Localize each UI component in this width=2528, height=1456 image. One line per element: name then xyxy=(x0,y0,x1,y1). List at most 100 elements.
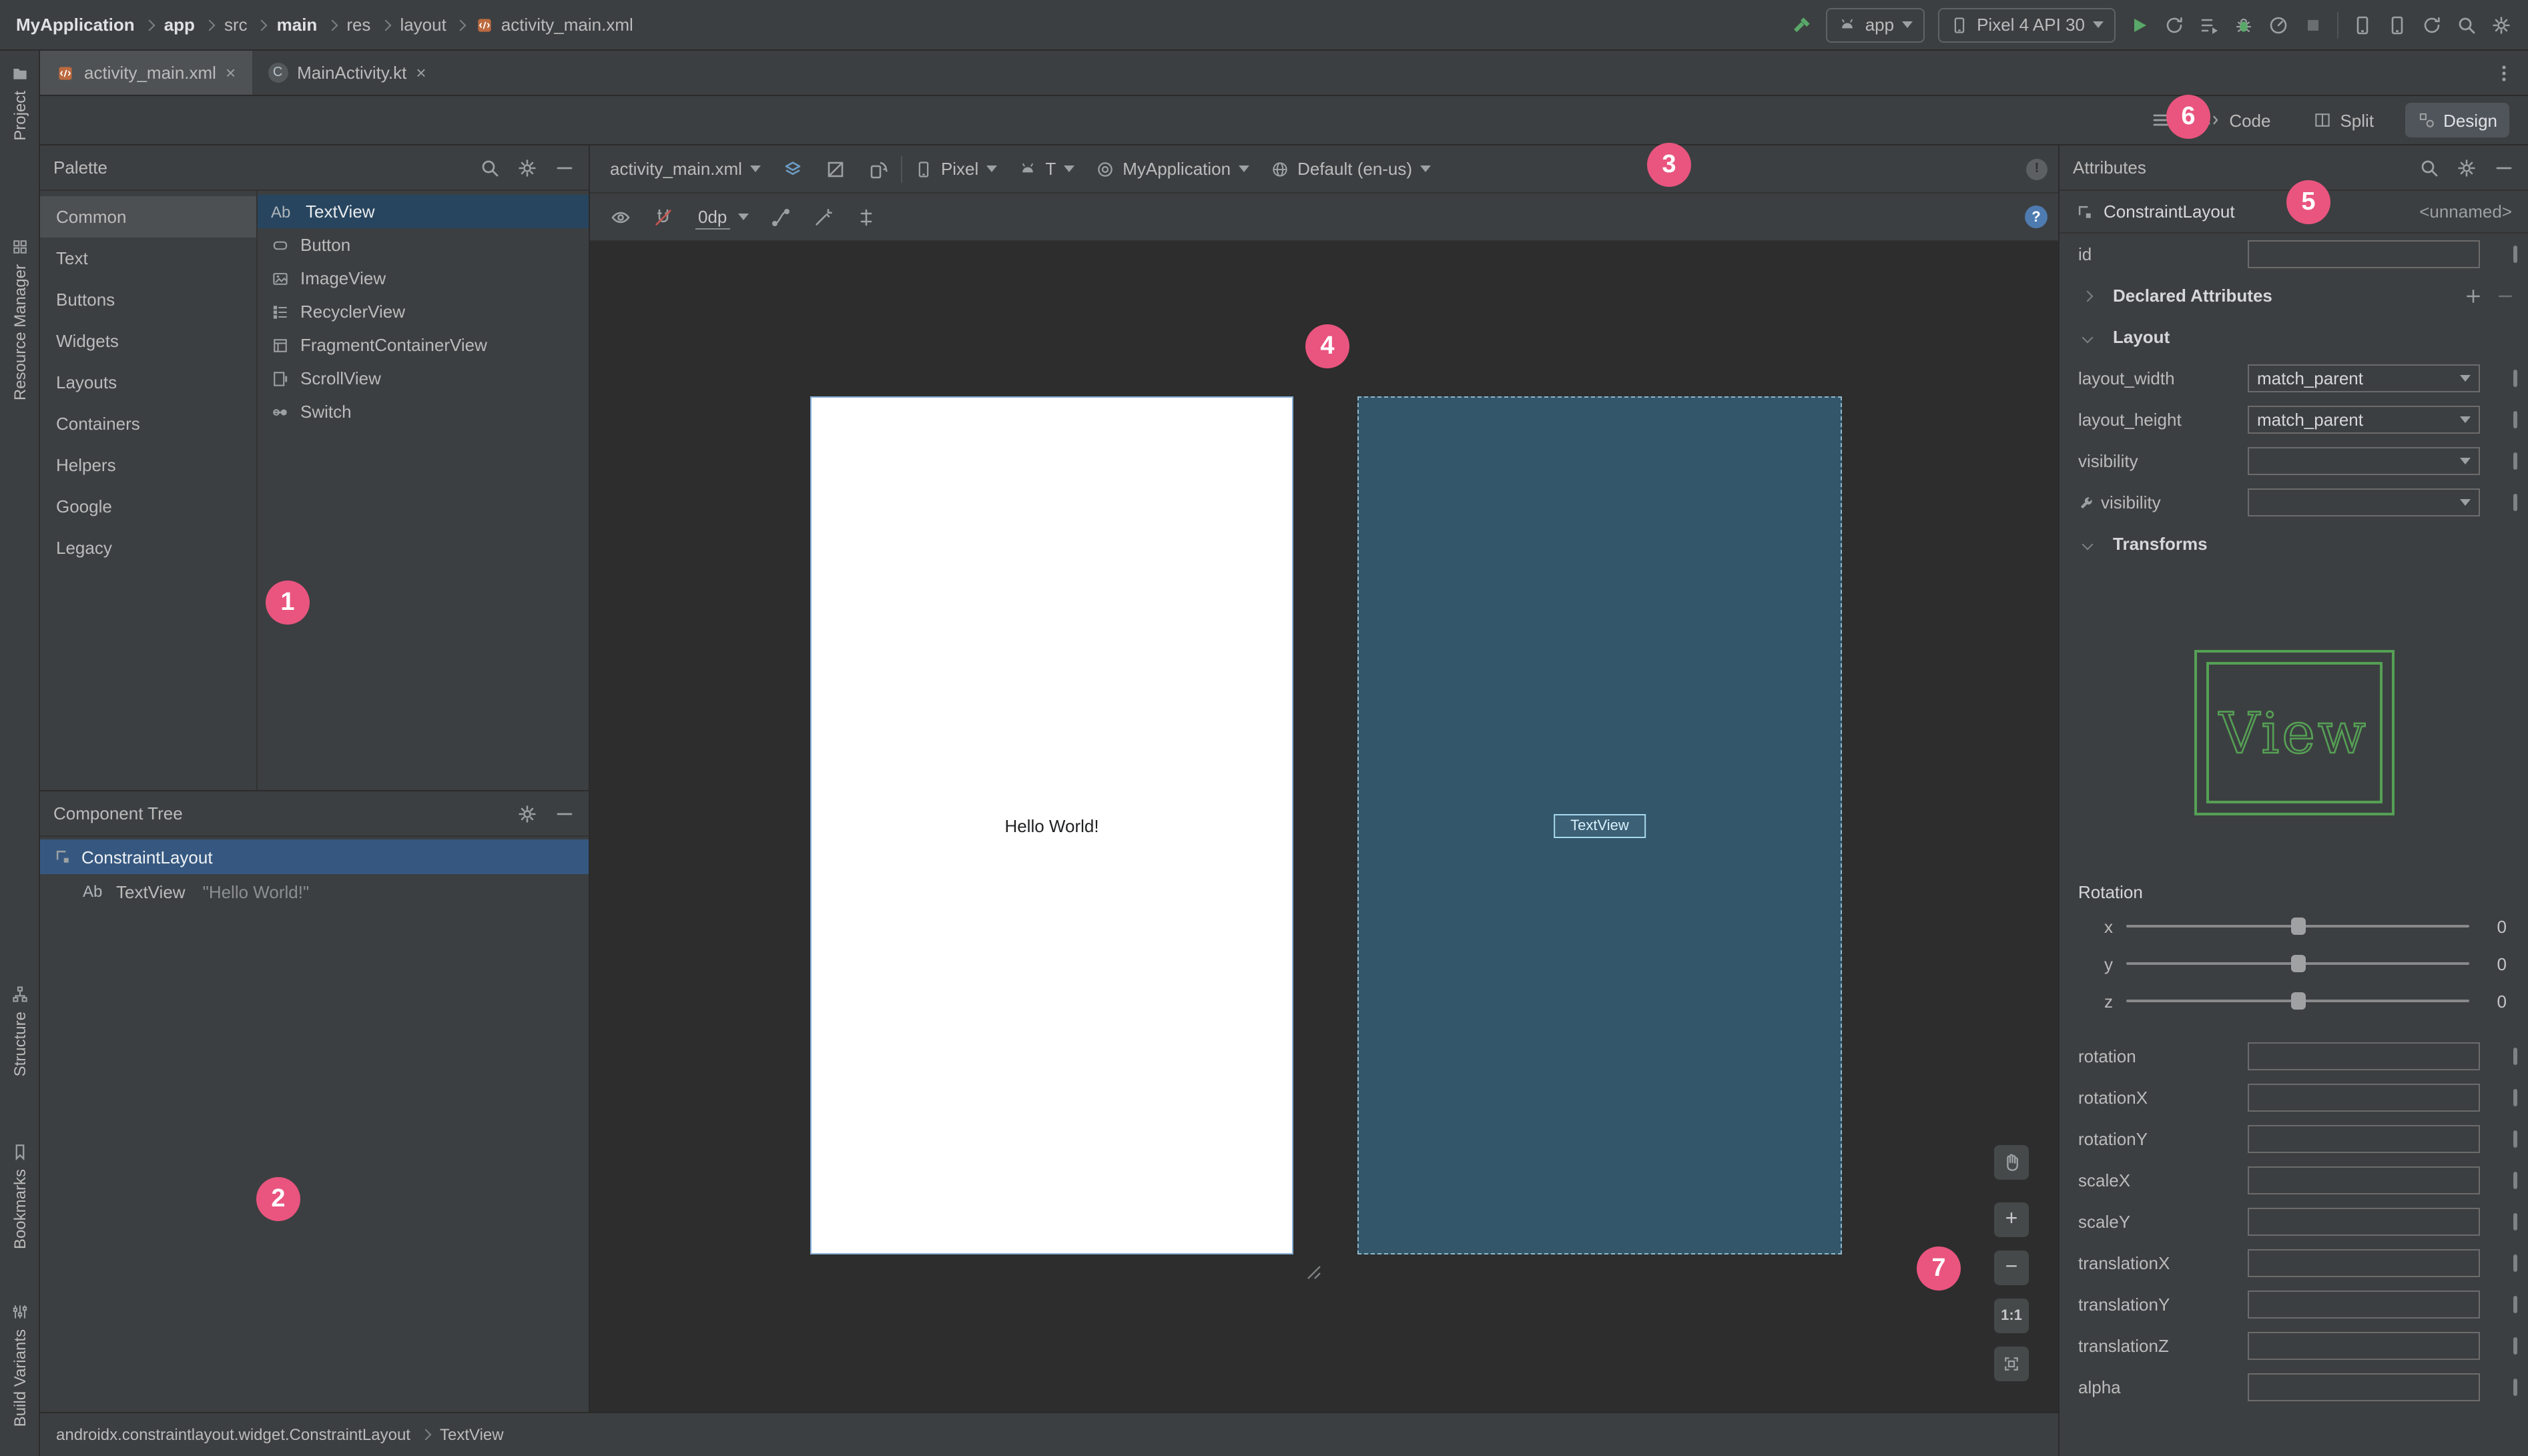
breadcrumb-layout[interactable]: layout xyxy=(400,15,446,35)
pan-button[interactable] xyxy=(1994,1145,2029,1180)
palette-item-scrollview[interactable]: ScrollView xyxy=(258,362,589,395)
search-icon[interactable] xyxy=(2419,157,2440,178)
device-dropdown[interactable]: Pixel 4 API 30 xyxy=(1938,7,2116,42)
design-preview[interactable]: Hello World! xyxy=(810,396,1293,1254)
tab-activity-main-xml[interactable]: activity_main.xml × xyxy=(40,51,252,95)
emulator-icon[interactable] xyxy=(2387,14,2408,35)
api-version-dropdown[interactable]: T xyxy=(1009,145,1084,192)
issues-icon[interactable]: ! xyxy=(2026,158,2047,179)
blueprint-preview[interactable]: TextView xyxy=(1357,396,1842,1254)
declared-attributes-section[interactable]: Declared Attributes xyxy=(2060,275,2528,316)
layout-width-dropdown[interactable]: match_parent xyxy=(2248,364,2480,392)
add-attribute-icon[interactable] xyxy=(2464,286,2483,305)
hide-panel-icon[interactable] xyxy=(554,803,575,824)
settings-gear-icon[interactable] xyxy=(2491,14,2512,35)
debug-icon[interactable] xyxy=(2233,14,2254,35)
palette-item-textview[interactable]: Ab TextView xyxy=(258,195,589,228)
zoom-actual-button[interactable]: 1:1 xyxy=(1994,1299,2029,1333)
palette-category-widgets[interactable]: Widgets xyxy=(40,320,256,362)
palette-category-layouts[interactable]: Layouts xyxy=(40,362,256,403)
palette-item-fragmentcontainerview[interactable]: FragmentContainerView xyxy=(258,328,589,362)
blueprint-toggle[interactable] xyxy=(816,145,856,192)
transforms-section[interactable]: Transforms xyxy=(2060,523,2528,565)
breadcrumb-app[interactable]: app xyxy=(164,15,195,35)
run-button[interactable] xyxy=(2129,14,2150,35)
tools-visibility-dropdown[interactable] xyxy=(2248,488,2480,516)
breadcrumb-file[interactable]: activity_main.xml xyxy=(501,15,633,35)
orientation-dropdown[interactable] xyxy=(858,145,898,192)
search-icon[interactable] xyxy=(479,157,501,178)
gear-icon[interactable] xyxy=(517,157,538,178)
layout-height-dropdown[interactable]: match_parent xyxy=(2248,406,2480,434)
design-surface[interactable]: Hello World! TextView + − 1:1 xyxy=(590,242,2058,1412)
palette-item-recyclerview[interactable]: RecyclerView xyxy=(258,295,589,328)
alpha-input[interactable] xyxy=(2248,1373,2480,1401)
slider-thumb[interactable] xyxy=(2290,992,2305,1010)
zoom-out-button[interactable]: − xyxy=(1994,1250,2029,1285)
device-manager-icon[interactable] xyxy=(2352,14,2373,35)
apply-changes-icon[interactable] xyxy=(2164,14,2185,35)
palette-category-buttons[interactable]: Buttons xyxy=(40,279,256,320)
hide-panel-icon[interactable] xyxy=(2493,157,2515,178)
palette-item-imageview[interactable]: ImageView xyxy=(258,262,589,295)
palette-item-switch[interactable]: Switch xyxy=(258,395,589,428)
rotation-y-input[interactable] xyxy=(2248,1125,2480,1153)
slider-thumb[interactable] xyxy=(2290,955,2305,972)
gear-icon[interactable] xyxy=(2456,157,2477,178)
design-textview[interactable]: Hello World! xyxy=(1004,815,1098,835)
theme-dropdown[interactable]: MyApplication xyxy=(1086,145,1259,192)
surface-mode-dropdown[interactable] xyxy=(773,145,813,192)
autoconnect-toggle[interactable] xyxy=(643,194,683,240)
palette-item-button[interactable]: Button xyxy=(258,228,589,262)
device-for-preview-dropdown[interactable]: Pixel xyxy=(905,145,1006,192)
run-configuration-dropdown[interactable]: app xyxy=(1826,7,1925,42)
breadcrumb-main[interactable]: main xyxy=(277,15,318,35)
blueprint-textview[interactable]: TextView xyxy=(1553,813,1646,837)
clear-constraints-button[interactable] xyxy=(760,194,800,240)
palette-category-containers[interactable]: Containers xyxy=(40,403,256,444)
palette-category-text[interactable]: Text xyxy=(40,238,256,279)
file-dropdown[interactable]: activity_main.xml xyxy=(601,145,770,192)
rotation-input[interactable] xyxy=(2248,1042,2480,1070)
breadcrumb-constraintlayout[interactable]: androidx.constraintlayout.widget.Constra… xyxy=(56,1425,410,1444)
close-icon[interactable]: × xyxy=(226,64,236,81)
translation-z-input[interactable] xyxy=(2248,1332,2480,1360)
align-button[interactable] xyxy=(846,194,886,240)
layout-section[interactable]: Layout xyxy=(2060,316,2528,358)
breadcrumb-textview[interactable]: TextView xyxy=(440,1425,504,1444)
profiler-icon[interactable] xyxy=(2268,14,2289,35)
palette-category-google[interactable]: Google xyxy=(40,486,256,527)
search-everywhere-icon[interactable] xyxy=(2456,14,2477,35)
slider-thumb[interactable] xyxy=(2290,918,2305,935)
mode-button-split[interactable]: Split xyxy=(2301,103,2386,137)
zoom-in-button[interactable]: + xyxy=(1994,1202,2029,1237)
run-list-icon[interactable] xyxy=(2198,14,2220,35)
default-margin-dropdown[interactable]: 0dp xyxy=(686,194,757,240)
scale-x-input[interactable] xyxy=(2248,1166,2480,1194)
sidebar-item-structure[interactable]: Structure xyxy=(0,985,40,1076)
id-input[interactable] xyxy=(2248,240,2480,268)
breadcrumb-src[interactable]: src xyxy=(224,15,248,35)
build-hammer-icon[interactable] xyxy=(1792,14,1813,35)
sidebar-item-resource-manager[interactable]: Resource Manager xyxy=(0,238,40,400)
tree-item-constraintlayout[interactable]: ConstraintLayout xyxy=(40,839,589,874)
close-icon[interactable]: × xyxy=(416,64,426,81)
sync-project-icon[interactable] xyxy=(2421,14,2443,35)
locale-dropdown[interactable]: Default (en-us) xyxy=(1261,145,1440,192)
tab-mainactivity-kt[interactable]: C MainActivity.kt × xyxy=(252,51,442,95)
palette-category-helpers[interactable]: Helpers xyxy=(40,444,256,486)
infer-constraints-button[interactable] xyxy=(803,194,843,240)
palette-category-common[interactable]: Common xyxy=(40,196,256,238)
sidebar-item-project[interactable]: Project xyxy=(0,64,40,141)
palette-category-legacy[interactable]: Legacy xyxy=(40,527,256,569)
sidebar-item-build-variants[interactable]: Build Variants xyxy=(0,1303,40,1427)
resize-handle-icon[interactable] xyxy=(1301,1260,1323,1281)
scale-y-input[interactable] xyxy=(2248,1208,2480,1236)
visibility-dropdown[interactable] xyxy=(2248,447,2480,475)
hide-panel-icon[interactable] xyxy=(554,157,575,178)
mode-button-design[interactable]: Design xyxy=(2405,103,2509,137)
zoom-to-fit-button[interactable] xyxy=(1994,1347,2029,1381)
breadcrumb-project[interactable]: MyApplication xyxy=(16,15,135,35)
gear-icon[interactable] xyxy=(517,803,538,824)
rotation-x-input[interactable] xyxy=(2248,1084,2480,1112)
